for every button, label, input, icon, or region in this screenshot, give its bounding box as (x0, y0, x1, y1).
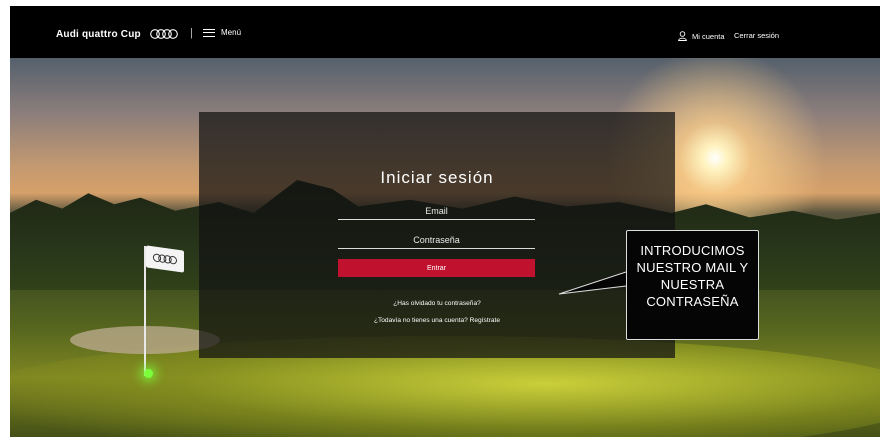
audi-rings-icon (152, 253, 177, 265)
instruction-callout: INTRODUCIMOS NUESTRO MAIL Y NUESTRA CONT… (626, 230, 759, 340)
email-field[interactable] (338, 202, 535, 220)
browser-frame: Audi quattro Cup | Menú Mi cuenta Cerrar… (10, 6, 880, 437)
my-account-link[interactable]: Mi cuenta (678, 31, 725, 41)
top-navigation-bar: Audi quattro Cup | Menú Mi cuenta Cerrar… (10, 6, 880, 58)
callout-line: NUESTRO MAIL Y (636, 260, 749, 275)
callout-pointer (558, 271, 627, 295)
callout-line: CONTRASEÑA (646, 294, 739, 309)
register-link[interactable]: ¿Todavía no tienes una cuenta? Regístrat… (199, 317, 675, 324)
my-account-label: Mi cuenta (692, 31, 725, 41)
brand-name[interactable]: Audi quattro Cup (56, 29, 141, 40)
callout-line: NUESTRA (660, 277, 725, 292)
glowing-golf-ball (144, 369, 153, 378)
header-separator: | (190, 27, 193, 39)
golf-course-background: Iniciar sesión Entrar ¿Has olvidado tu c… (10, 58, 880, 437)
hamburger-icon (203, 28, 215, 37)
callout-line: INTRODUCIMOS (640, 243, 745, 258)
login-title: Iniciar sesión (380, 168, 494, 187)
login-panel: Iniciar sesión Entrar ¿Has olvidado tu c… (199, 112, 675, 358)
menu-button[interactable]: Menú (203, 28, 241, 37)
forgot-password-link[interactable]: ¿Has olvidado tu contraseña? (199, 300, 675, 307)
logout-link[interactable]: Cerrar sesión (734, 31, 779, 40)
user-icon (678, 31, 687, 41)
menu-label: Menú (221, 28, 242, 37)
audi-rings-icon[interactable] (149, 28, 179, 40)
login-submit-button[interactable]: Entrar (338, 259, 535, 277)
password-field[interactable] (338, 231, 535, 249)
